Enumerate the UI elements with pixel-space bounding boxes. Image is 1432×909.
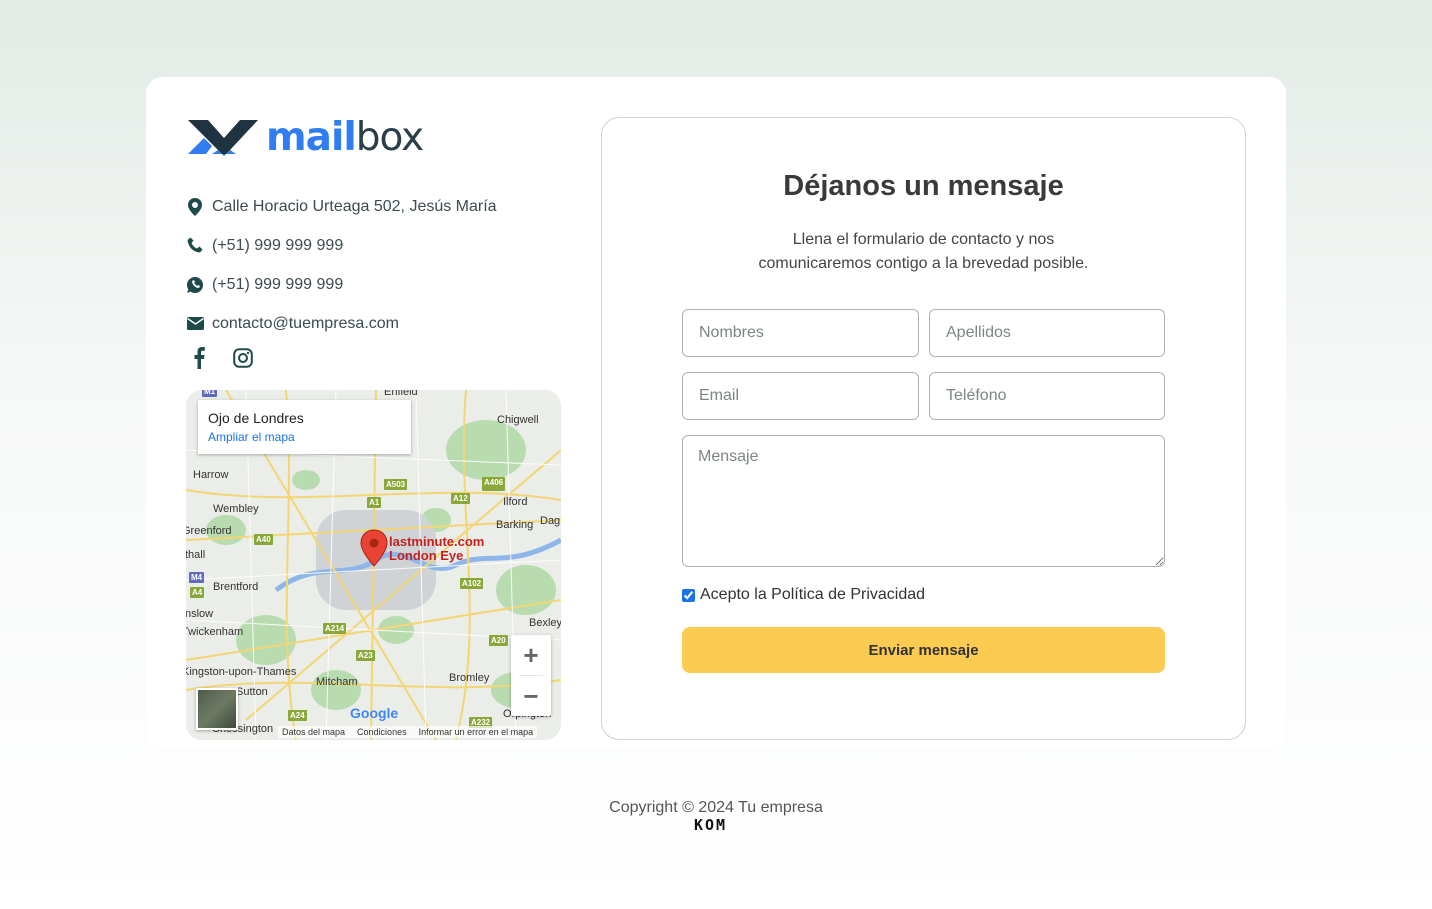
- whatsapp-text[interactable]: (+51) 999 999 999: [212, 276, 343, 294]
- map-place-label: Ilford: [503, 496, 528, 508]
- map-road-badge: M4: [189, 572, 205, 583]
- contact-info: Calle Horacio Urteaga 502, Jesús María (…: [186, 187, 546, 343]
- map-place-label: Chigwell: [497, 414, 539, 426]
- social-links: [186, 345, 256, 371]
- map-zoom-controls: + −: [511, 635, 551, 716]
- first-name-input[interactable]: [682, 309, 919, 357]
- map-footer: Datos del mapa Condiciones Informar un e…: [278, 726, 538, 738]
- copyright-text: Copyright © 2024 Tu empresa: [609, 799, 823, 816]
- envelope-icon: [186, 315, 204, 333]
- whatsapp-icon: [186, 276, 204, 294]
- map-road-badge: A20: [489, 635, 508, 646]
- email-row: contacto@tuempresa.com: [186, 304, 546, 343]
- map-road-badge: A503: [384, 479, 408, 490]
- form-subtitle: Llena el formulario de contacto y nos co…: [758, 231, 1089, 272]
- whatsapp-row: (+51) 999 999 999: [186, 265, 546, 304]
- map-place-label: thall: [186, 549, 206, 561]
- email-input[interactable]: [682, 372, 919, 420]
- map-place-label: Dag: [540, 515, 561, 527]
- phone-input[interactable]: [929, 372, 1165, 420]
- logo-text-box: box: [355, 114, 424, 160]
- map-pin-label-line1: lastminute.com: [389, 534, 485, 549]
- kom-mark: KOM: [694, 816, 728, 834]
- map-place-label: Enfield: [384, 390, 418, 398]
- map-pin-icon: [186, 197, 204, 216]
- map-road-badge: A214: [323, 623, 347, 634]
- map-road-badge: A12: [451, 493, 470, 504]
- map-road-badge: A40: [254, 534, 273, 545]
- map-place-label: Twickenham: [186, 626, 244, 638]
- privacy-checkbox-row[interactable]: Acepto la Política de Privacidad: [682, 586, 925, 604]
- instagram-icon[interactable]: [230, 345, 256, 371]
- zoom-out-button[interactable]: −: [511, 676, 551, 716]
- email-text[interactable]: contacto@tuempresa.com: [212, 315, 399, 333]
- map-terms-link[interactable]: Condiciones: [357, 727, 407, 737]
- map-pin-label-line2: London Eye: [389, 548, 464, 563]
- privacy-checkbox[interactable]: [682, 588, 695, 602]
- map-place-title: Ojo de Londres: [208, 410, 304, 426]
- logo-text-mail: mail: [266, 114, 357, 160]
- embedded-map[interactable]: Enfield Chigwell Harrow Wembley Ilford B…: [186, 390, 561, 740]
- map-place-label: Barking: [496, 519, 534, 531]
- map-road-badge: A23: [356, 650, 375, 661]
- map-place-label: Brentford: [213, 581, 259, 593]
- map-road-badge: M1: [202, 390, 218, 397]
- logo-mark-icon: [188, 120, 258, 156]
- map-road-badge: A24: [288, 710, 307, 721]
- map-place-label: Greenford: [186, 525, 232, 537]
- map-place-label: Bexley: [529, 617, 561, 629]
- satellite-toggle[interactable]: [196, 688, 238, 730]
- map-place-label: nslow: [186, 608, 214, 620]
- google-logo: Google: [350, 705, 399, 721]
- map-place-label: Harrow: [193, 469, 229, 481]
- message-textarea[interactable]: [682, 435, 1165, 567]
- map-place-label: Wembley: [213, 503, 259, 515]
- phone-icon: [186, 237, 204, 255]
- map-place-label: Sutton: [236, 686, 268, 698]
- submit-button[interactable]: Enviar mensaje: [682, 627, 1165, 673]
- brand-logo: mailbox: [186, 114, 424, 160]
- address-row: Calle Horacio Urteaga 502, Jesús María: [186, 187, 546, 226]
- logo-text: mailbox: [266, 114, 424, 160]
- map-place-label: Kingston-upon-Thames: [186, 666, 297, 678]
- facebook-icon[interactable]: [186, 345, 212, 371]
- map-road-badge: A102: [460, 578, 484, 589]
- map-place-label: Bromley: [449, 672, 490, 684]
- enlarge-map-link[interactable]: Ampliar el mapa: [208, 430, 401, 444]
- phone-row: (+51) 999 999 999: [186, 226, 546, 265]
- map-place-label: Mitcham: [316, 676, 358, 688]
- map-road-badge: A4: [190, 587, 205, 598]
- address-text: Calle Horacio Urteaga 502, Jesús María: [212, 197, 497, 215]
- map-road-badge: A406: [482, 477, 506, 488]
- form-title: Déjanos un mensaje: [783, 170, 1064, 202]
- last-name-input[interactable]: [929, 309, 1165, 357]
- map-data-link[interactable]: Datos del mapa: [282, 727, 345, 737]
- map-info-card: Ojo de Londres Ampliar el mapa: [198, 400, 411, 454]
- contact-card: mailbox Calle Horacio Urteaga 502, Jesús…: [146, 77, 1286, 747]
- phone-text[interactable]: (+51) 999 999 999: [212, 237, 343, 255]
- contact-form: Déjanos un mensaje Llena el formulario d…: [601, 117, 1246, 740]
- map-pin-label[interactable]: lastminute.com London Eye: [389, 535, 484, 563]
- privacy-label: Acepto la Política de Privacidad: [700, 586, 926, 603]
- map-report-link[interactable]: Informar un error en el mapa: [419, 727, 534, 737]
- zoom-in-button[interactable]: +: [511, 635, 551, 675]
- map-road-badge: A1: [367, 497, 382, 508]
